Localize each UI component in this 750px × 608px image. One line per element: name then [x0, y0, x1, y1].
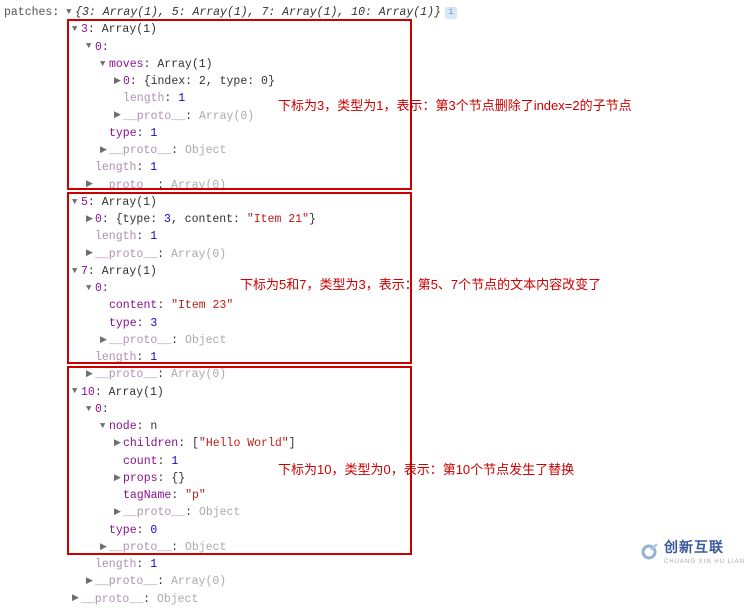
caret-right-icon[interactable]: ▶ [114, 506, 123, 520]
patch-3-proto[interactable]: ▶ __proto__ : Array(0) [4, 177, 746, 194]
patch-3-length: length : 1 [4, 159, 746, 176]
patch-7-proto[interactable]: ▶ __proto__ : Array(0) [4, 366, 746, 383]
patch-5-item0[interactable]: ▶ 0 : {type: 3, content: "Item 21"} [4, 211, 746, 228]
patch-3-type: type : 1 [4, 125, 746, 142]
caret-down-icon[interactable]: ▼ [72, 23, 81, 37]
caret-right-icon[interactable]: ▶ [114, 75, 123, 89]
patch-10-type: type : 0 [4, 522, 746, 539]
patch-7-item0-proto[interactable]: ▶ __proto__ : Object [4, 332, 746, 349]
patch-10-children[interactable]: ▶ children : ["Hello World"] [4, 435, 746, 452]
root-row[interactable]: patches : ▼ {3: Array(1), 5: Array(1), 7… [4, 4, 746, 21]
patch-10-item0-proto[interactable]: ▶ __proto__ : Object [4, 539, 746, 556]
caret-right-icon[interactable]: ▶ [114, 472, 123, 486]
caret-right-icon[interactable]: ▶ [100, 541, 109, 555]
patch-7-content: content : "Item 23" [4, 297, 746, 314]
info-icon[interactable]: i [445, 7, 457, 19]
patch-10-header[interactable]: ▼ 10 : Array(1) [4, 384, 746, 401]
watermark-title: 创新互联 [664, 537, 745, 558]
patch-5-proto[interactable]: ▶ __proto__ : Array(0) [4, 246, 746, 263]
patch-5-header[interactable]: ▼ 5 : Array(1) [4, 194, 746, 211]
patch-3-item0-proto[interactable]: ▶ __proto__ : Object [4, 142, 746, 159]
patch-3-header[interactable]: ▼ 3 : Array(1) [4, 21, 746, 38]
patch-10-node-proto[interactable]: ▶ __proto__ : Object [4, 504, 746, 521]
caret-down-icon[interactable]: ▼ [86, 40, 95, 54]
patch-10-item0[interactable]: ▼ 0 : [4, 401, 746, 418]
patch-7-type: type : 3 [4, 315, 746, 332]
patches-label: patches [4, 4, 52, 21]
watermark-subtitle: CHUANG XIN HU LIAN [664, 558, 745, 567]
caret-down-icon[interactable]: ▼ [86, 403, 95, 417]
caret-right-icon[interactable]: ▶ [86, 213, 95, 227]
watermark: 创新互联 CHUANG XIN HU LIAN [638, 537, 745, 567]
caret-right-icon[interactable]: ▶ [100, 144, 109, 158]
caret-right-icon[interactable]: ▶ [114, 437, 123, 451]
caret-right-icon[interactable]: ▶ [114, 109, 123, 123]
caret-down-icon[interactable]: ▼ [100, 58, 109, 72]
note-2: 下标为5和7，类型为3，表示：第5、7个节点的文本内容改变了 [240, 275, 601, 295]
caret-down-icon[interactable]: ▼ [72, 265, 81, 279]
patch-10-length: length : 1 [4, 556, 746, 573]
patch-10-tagname: tagName : "p" [4, 487, 746, 504]
patch-10-node[interactable]: ▼ node : n [4, 418, 746, 435]
patch-3-moves[interactable]: ▼ moves : Array(1) [4, 56, 746, 73]
root-proto[interactable]: ▶ __proto__ : Object [4, 591, 746, 608]
caret-down-icon[interactable]: ▼ [100, 420, 109, 434]
patches-summary: {3: Array(1), 5: Array(1), 7: Array(1), … [75, 4, 441, 21]
patch-3-item0[interactable]: ▼ 0 : [4, 39, 746, 56]
caret-down-icon[interactable]: ▼ [86, 282, 95, 296]
caret-down-icon[interactable]: ▼ [72, 385, 81, 399]
caret-right-icon[interactable]: ▶ [86, 575, 95, 589]
patch-7-length: length : 1 [4, 349, 746, 366]
note-1: 下标为3，类型为1，表示：第3个节点删除了index=2的子节点 [278, 96, 632, 116]
caret-right-icon[interactable]: ▶ [86, 178, 95, 192]
caret-right-icon[interactable]: ▶ [72, 592, 81, 606]
caret-right-icon[interactable]: ▶ [86, 247, 95, 261]
logo-icon [638, 541, 660, 563]
patch-5-length: length : 1 [4, 228, 746, 245]
caret-right-icon[interactable]: ▶ [100, 334, 109, 348]
caret-down-icon[interactable]: ▼ [66, 6, 75, 20]
note-3: 下标为10，类型为0，表示：第10个节点发生了替换 [278, 460, 574, 480]
caret-down-icon[interactable]: ▼ [72, 196, 81, 210]
patch-3-moves-0[interactable]: ▶ 0 : {index: 2, type: 0} [4, 73, 746, 90]
patch-10-proto[interactable]: ▶ __proto__ : Array(0) [4, 573, 746, 590]
caret-right-icon[interactable]: ▶ [86, 368, 95, 382]
